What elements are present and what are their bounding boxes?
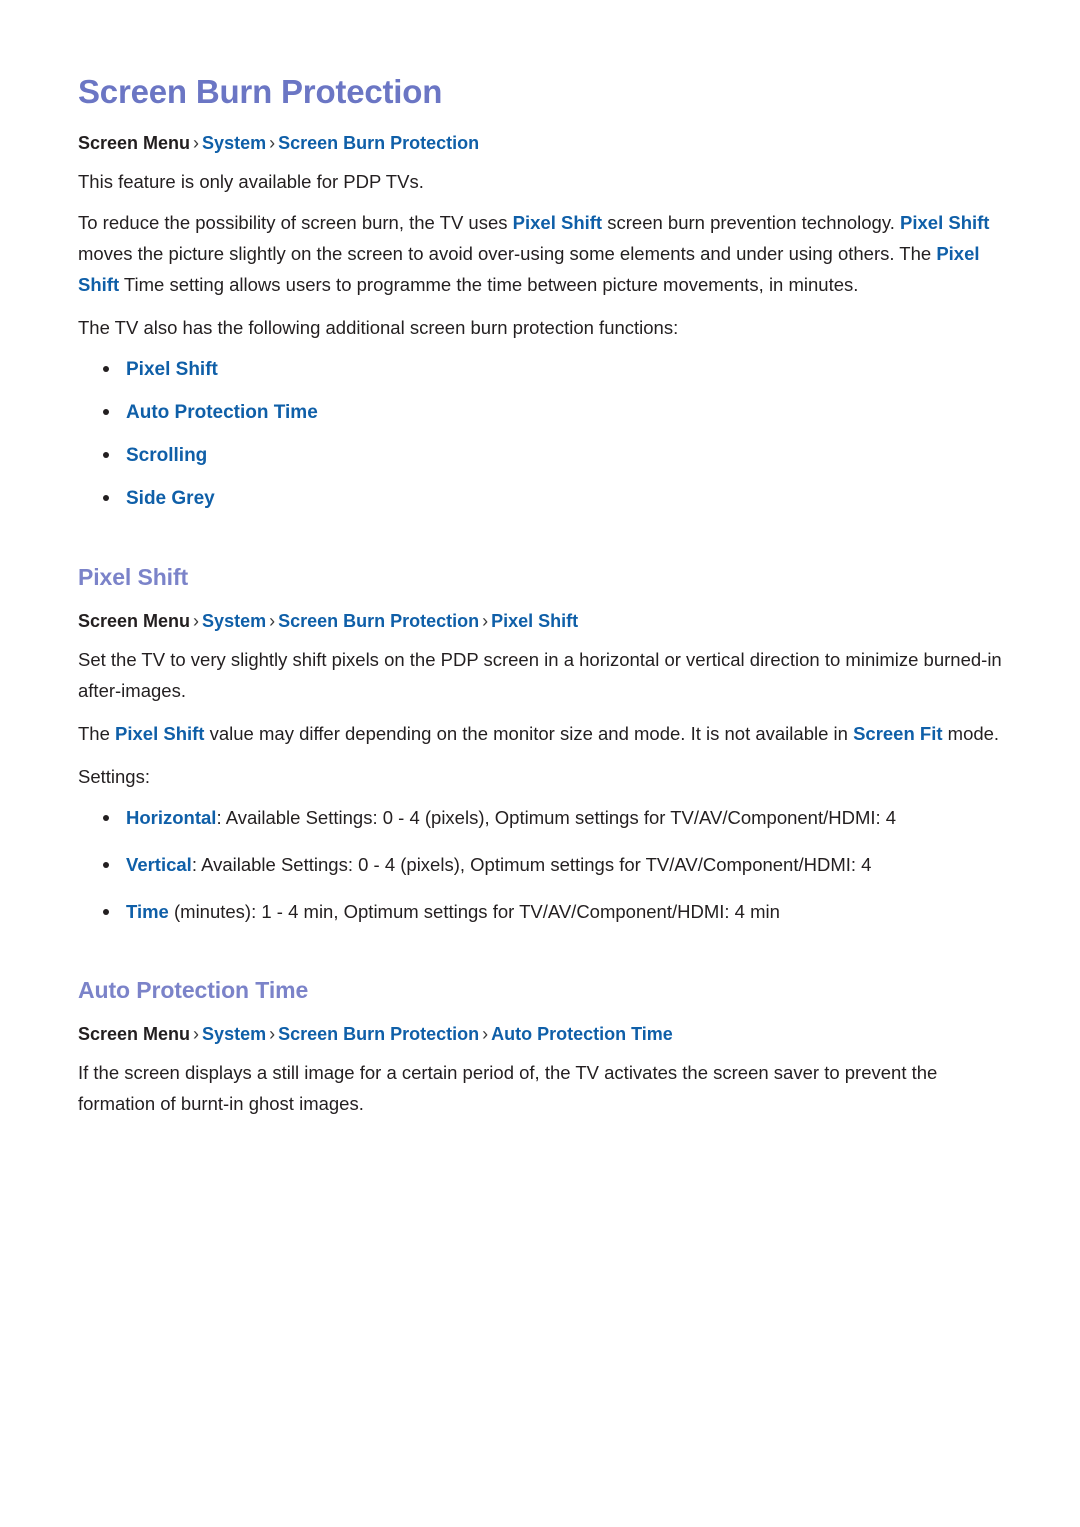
section-title-auto-protection-time: Auto Protection Time xyxy=(78,977,309,1003)
setting-value: : Available Settings: 0 - 4 (pixels), Op… xyxy=(216,807,897,828)
list-item: Vertical: Available Settings: 0 - 4 (pix… xyxy=(78,849,1002,880)
breadcrumb-root: Screen Menu xyxy=(78,611,191,631)
breadcrumb-item-system[interactable]: System xyxy=(202,611,266,631)
page-title: Screen Burn Protection xyxy=(78,73,443,110)
link-pixel-shift[interactable]: Pixel Shift xyxy=(900,212,989,233)
breadcrumb-item-auto-protection-time[interactable]: Auto Protection Time xyxy=(491,1024,673,1044)
link-horizontal[interactable]: Horizontal xyxy=(126,807,216,828)
breadcrumb-item-screen-burn-protection[interactable]: Screen Burn Protection xyxy=(278,133,479,153)
breadcrumb-item-system[interactable]: System xyxy=(202,133,266,153)
breadcrumb-separator-icon: › xyxy=(269,133,276,153)
breadcrumb-root: Screen Menu xyxy=(78,133,191,153)
link-pixel-shift[interactable]: Pixel Shift xyxy=(115,723,204,744)
breadcrumb-pixel-shift: Screen Menu › System › Screen Burn Protectio… xyxy=(78,608,1002,634)
breadcrumb-separator-icon: › xyxy=(193,1024,200,1044)
breadcrumb-root: Screen Menu xyxy=(78,1024,191,1044)
document-page: Screen Burn Protection Screen Menu › Syste… xyxy=(0,0,1080,1527)
pixel-shift-paragraph-2: The Pixel Shift value may differ dependi… xyxy=(78,718,1002,749)
breadcrumb-separator-icon: › xyxy=(482,1024,489,1044)
setting-value: : Available Settings: 0 - 4 (pixels), Op… xyxy=(191,854,872,875)
breadcrumb-main: Screen Menu › System › Screen Burn Protectio… xyxy=(78,130,1002,156)
availability-note: This feature is only available for PDP T… xyxy=(78,171,424,192)
breadcrumb-separator-icon: › xyxy=(269,1024,276,1044)
auto-protection-paragraph-1: If the screen displays a still image for… xyxy=(78,1062,938,1114)
breadcrumb-auto-protection-time: Screen Menu › System › Screen Burn Protectio… xyxy=(78,1021,1002,1047)
list-item[interactable]: Auto Protection Time xyxy=(78,396,1002,428)
intro-text-part-4: Time setting allows users to programme t… xyxy=(119,274,859,295)
functions-lead-text: The TV also has the following additional… xyxy=(78,317,679,338)
pixel-shift-paragraph-1: Set the TV to very slightly shift pixels… xyxy=(78,649,1002,701)
breadcrumb-separator-icon: › xyxy=(482,611,489,631)
list-item[interactable]: Pixel Shift xyxy=(78,353,1002,385)
settings-list: Horizontal: Available Settings: 0 - 4 (p… xyxy=(78,802,1002,927)
setting-value: (minutes): 1 - 4 min, Optimum settings f… xyxy=(168,901,780,922)
settings-label: Settings: xyxy=(78,766,150,787)
list-item[interactable]: Side Grey xyxy=(78,482,1002,514)
pixel-shift-text-part-2: value may differ depending on the monito… xyxy=(204,723,854,744)
intro-text-part-3: moves the picture slightly on the screen… xyxy=(78,243,937,264)
link-scrolling[interactable]: Scrolling xyxy=(126,445,207,466)
breadcrumb-separator-icon: › xyxy=(193,133,200,153)
pixel-shift-text-part-1: The xyxy=(78,723,116,744)
pixel-shift-text-part-3: mode. xyxy=(942,723,1000,744)
list-item[interactable]: Scrolling xyxy=(78,439,1002,471)
link-time[interactable]: Time xyxy=(126,901,169,922)
breadcrumb-separator-icon: › xyxy=(269,611,276,631)
link-screen-fit[interactable]: Screen Fit xyxy=(853,723,942,744)
link-vertical[interactable]: Vertical xyxy=(126,854,192,875)
link-side-grey[interactable]: Side Grey xyxy=(126,488,215,509)
breadcrumb-item-screen-burn-protection[interactable]: Screen Burn Protection xyxy=(278,611,479,631)
section-title-pixel-shift: Pixel Shift xyxy=(78,564,189,590)
breadcrumb-item-pixel-shift[interactable]: Pixel Shift xyxy=(491,611,578,631)
link-pixel-shift[interactable]: Pixel Shift xyxy=(513,212,602,233)
link-pixel-shift[interactable]: Pixel Shift xyxy=(126,359,218,380)
list-item: Horizontal: Available Settings: 0 - 4 (p… xyxy=(78,802,1002,833)
list-item: Time (minutes): 1 - 4 min, Optimum setti… xyxy=(78,896,1002,927)
intro-text-part-2: screen burn prevention technology. xyxy=(602,212,901,233)
function-link-list: Pixel Shift Auto Protection Time Scrolli… xyxy=(78,353,1002,514)
link-auto-protection-time[interactable]: Auto Protection Time xyxy=(126,402,318,423)
intro-paragraph: To reduce the possibility of screen burn… xyxy=(78,207,1002,300)
intro-text-part-1: To reduce the possibility of screen burn… xyxy=(78,212,513,233)
breadcrumb-separator-icon: › xyxy=(193,611,200,631)
breadcrumb-item-screen-burn-protection[interactable]: Screen Burn Protection xyxy=(278,1024,479,1044)
breadcrumb-item-system[interactable]: System xyxy=(202,1024,266,1044)
